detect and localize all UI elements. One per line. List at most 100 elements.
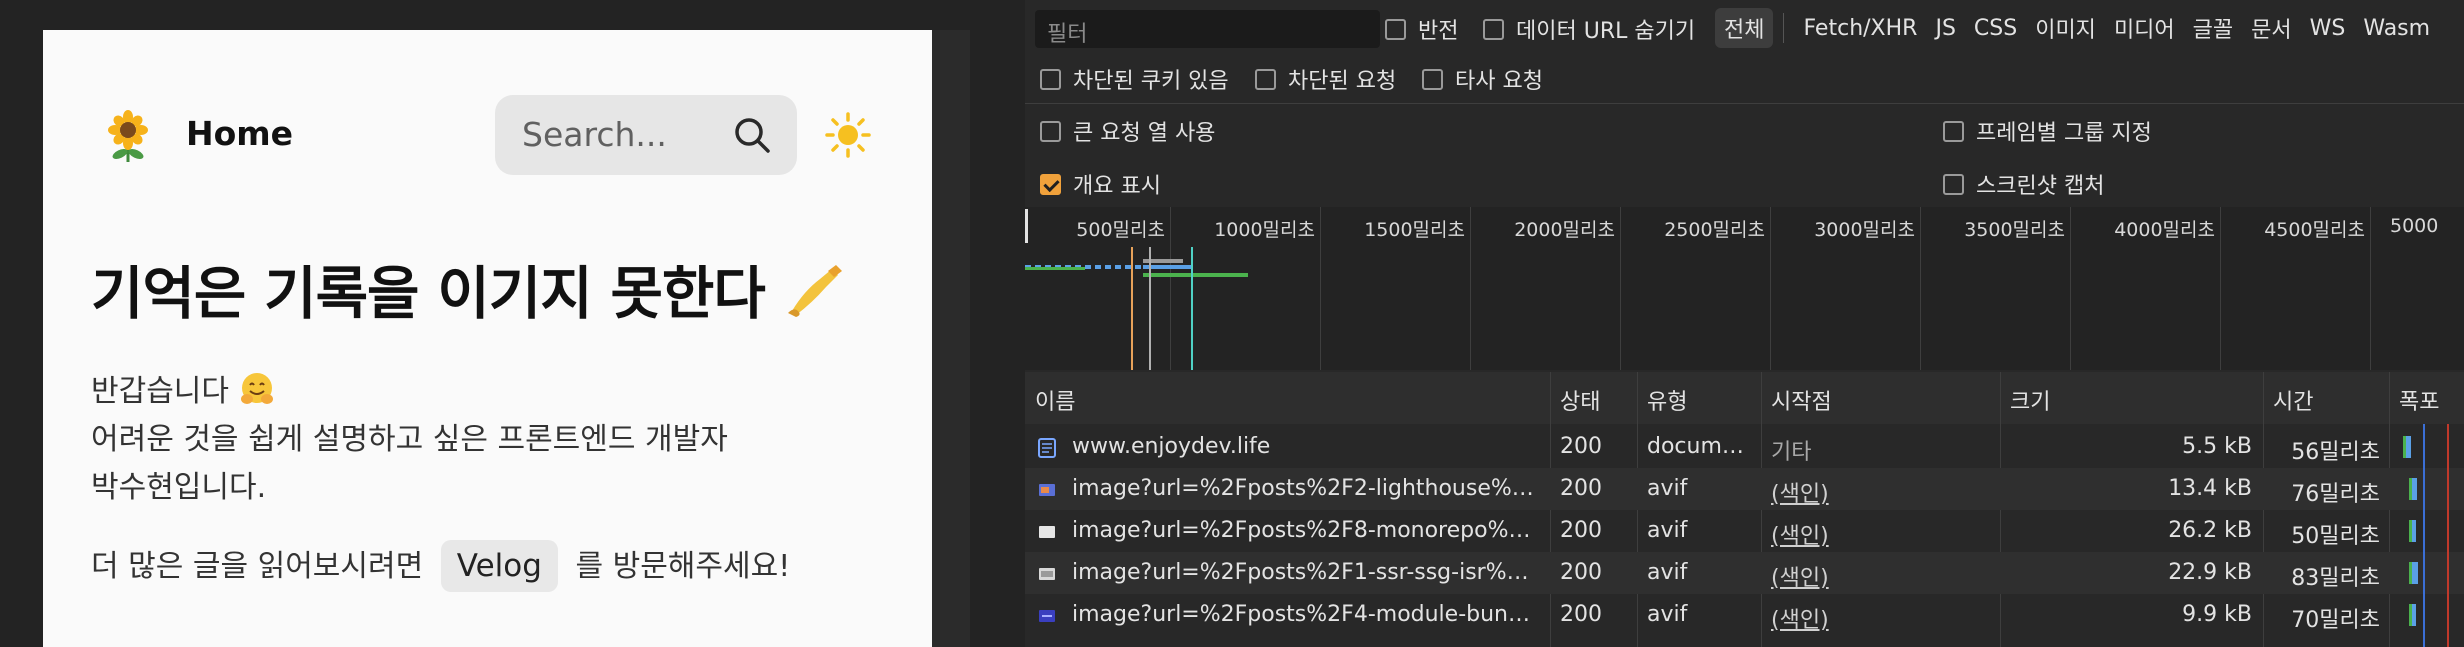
timeline-tick-label: 2500밀리초 [1664, 219, 1765, 241]
writing-hand-icon [787, 265, 842, 317]
screenshots-checkbox[interactable]: 스크린샷 캡처 [1943, 168, 2104, 200]
type-filter-css[interactable]: CSS [1965, 12, 2026, 45]
row-initiator-link[interactable]: (색인) [1771, 476, 1829, 508]
column-header-type[interactable]: 유형 [1647, 384, 1687, 416]
third-party-checkbox-box[interactable] [1422, 68, 1443, 90]
row-status: 200 [1560, 518, 1602, 543]
type-filter-fetch-xhr[interactable]: Fetch/XHR [1794, 12, 1926, 45]
hide-data-urls-checkbox[interactable]: 데이터 URL 숨기기 [1483, 13, 1695, 45]
waterfall-bar [2412, 562, 2418, 584]
timeline-tick-label: 4500밀리초 [2264, 219, 2365, 241]
intro-line-2: 어려운 것을 쉽게 설명하고 싶은 프론트엔드 개발자 [91, 422, 728, 457]
more-text-before: 더 많은 글을 읽어보시려면 [91, 549, 424, 584]
page-title: 기억은 기록을 이기지 못한다 [91, 248, 846, 330]
row-time: 76밀리초 [2291, 482, 2380, 507]
row-initiator-link[interactable]: (색인) [1771, 602, 1829, 634]
intro-line-1: 반갑습니다 [91, 374, 229, 409]
table-row[interactable]: image?url=%2Fposts%2F8-monorepo%… 200 av… [1025, 510, 2464, 552]
type-filter-images[interactable]: 이미지 [2026, 8, 2105, 48]
type-filter-docs[interactable]: 문서 [2242, 8, 2300, 48]
column-header-name[interactable]: 이름 [1035, 384, 1075, 416]
blocked-cookies-checkbox-box[interactable] [1040, 68, 1061, 90]
load-marker [1191, 247, 1193, 370]
hugging-face-icon [240, 373, 273, 404]
type-filter-js[interactable]: JS [1926, 12, 1964, 45]
type-filter-ws[interactable]: WS [2301, 12, 2355, 45]
column-header-waterfall[interactable]: 폭포 [2399, 384, 2439, 416]
type-filter-all[interactable]: 전체 [1715, 8, 1774, 48]
screenshots-checkbox-box[interactable] [1943, 173, 1964, 195]
search-icon[interactable] [731, 114, 773, 156]
type-filter-wasm[interactable]: Wasm [2354, 12, 2439, 45]
table-row[interactable]: image?url=%2Fposts%2F4-module-bun… 200 a… [1025, 594, 2464, 636]
row-name: image?url=%2Fposts%2F8-monorepo%… [1072, 518, 1531, 543]
table-row[interactable]: image?url=%2Fposts%2F1-ssr-ssg-isr%… 200… [1025, 552, 2464, 594]
group-by-frame-checkbox[interactable]: 프레임별 그룹 지정 [1943, 115, 2152, 147]
toolbar-divider [1025, 103, 2464, 104]
more-text-after: 를 방문해주세요! [575, 549, 791, 584]
timeline-tick-label: 5000 [2390, 215, 2439, 237]
filter-input[interactable]: 필터 [1035, 10, 1380, 48]
row-size: 13.4 kB [2168, 476, 2252, 501]
image-file-icon [1039, 568, 1055, 580]
waterfall-bar [2412, 604, 2416, 626]
row-initiator-link[interactable]: (색인) [1771, 518, 1829, 550]
blocked-cookies-label: 차단된 쿠키 있음 [1073, 69, 1229, 94]
timeline-marker [1149, 247, 1151, 370]
intro-text: 반갑습니다 어려운 것을 쉽게 설명하고 싶은 프론트엔드 개발자 박수현입니다… [91, 368, 728, 512]
timeline-tick-label: 1500밀리초 [1364, 219, 1465, 241]
timeline-tick-label: 500밀리초 [1076, 219, 1165, 241]
page-title-text: 기억은 기록을 이기지 못한다 [91, 261, 766, 327]
type-filter-separator [1783, 13, 1785, 43]
table-row[interactable]: image?url=%2Fposts%2F2-lighthouse%… 200 … [1025, 468, 2464, 510]
timeline-start-marker [1025, 209, 1028, 243]
theme-toggle-sun-icon[interactable] [823, 110, 873, 160]
search-placeholder: Search... [522, 115, 667, 154]
large-rows-checkbox[interactable]: 큰 요청 열 사용 [1040, 115, 1215, 147]
invert-checkbox[interactable]: 반전 [1385, 13, 1458, 45]
third-party-checkbox[interactable]: 타사 요청 [1422, 63, 1543, 95]
type-filter-fonts[interactable]: 글꼴 [2184, 8, 2242, 48]
row-name: image?url=%2Fposts%2F2-lighthouse%… [1072, 476, 1534, 501]
row-time: 70밀리초 [2291, 608, 2380, 633]
row-name: www.enjoydev.life [1072, 434, 1271, 459]
timeline-tick [1470, 207, 1471, 370]
blocked-cookies-checkbox[interactable]: 차단된 쿠키 있음 [1040, 63, 1229, 95]
third-party-label: 타사 요청 [1455, 69, 1543, 94]
row-time: 50밀리초 [2291, 524, 2380, 549]
timeline-tick [1920, 207, 1921, 370]
sunflower-logo-icon[interactable] [103, 110, 153, 164]
filter-placeholder: 필터 [1047, 22, 1088, 47]
show-overview-label: 개요 표시 [1073, 174, 1161, 199]
blocked-requests-checkbox[interactable]: 차단된 요청 [1255, 63, 1396, 95]
row-time: 83밀리초 [2291, 566, 2380, 591]
column-header-initiator[interactable]: 시작점 [1771, 384, 1832, 416]
row-initiator: 기타 [1771, 440, 1812, 465]
timeline-tick-label: 3500밀리초 [1964, 219, 2065, 241]
waterfall-bar [2412, 520, 2416, 542]
timeline-tick [2370, 207, 2371, 370]
large-rows-checkbox-box[interactable] [1040, 120, 1061, 142]
row-type: avif [1647, 560, 1688, 585]
type-filter-media[interactable]: 미디어 [2105, 8, 2184, 48]
invert-checkbox-box[interactable] [1385, 18, 1406, 40]
velog-link[interactable]: Velog [440, 540, 558, 592]
home-link[interactable]: Home [186, 114, 293, 153]
viewport-scroll-gutter [932, 30, 970, 647]
overview-timeline[interactable]: 500밀리초 1000밀리초 1500밀리초 2000밀리초 2500밀리초 3… [1025, 207, 2464, 370]
blocked-requests-checkbox-box[interactable] [1255, 68, 1276, 90]
search-box[interactable]: Search... [495, 95, 797, 175]
show-overview-checkbox-box[interactable] [1040, 173, 1061, 195]
timeline-tick [1620, 207, 1621, 370]
column-header-status[interactable]: 상태 [1560, 384, 1600, 416]
group-by-frame-label: 프레임별 그룹 지정 [1976, 121, 2152, 146]
row-initiator-link[interactable]: (색인) [1771, 560, 1829, 592]
row-name: image?url=%2Fposts%2F4-module-bun… [1072, 602, 1530, 627]
column-header-size[interactable]: 크기 [2010, 384, 2050, 416]
hide-data-urls-checkbox-box[interactable] [1483, 18, 1504, 40]
column-header-time[interactable]: 시간 [2273, 384, 2313, 416]
group-by-frame-checkbox-box[interactable] [1943, 120, 1964, 142]
table-row[interactable]: www.enjoydev.life 200 docum… 기타 5.5 kB 5… [1025, 426, 2464, 468]
show-overview-checkbox[interactable]: 개요 표시 [1040, 168, 1161, 200]
hide-data-urls-label: 데이터 URL 숨기기 [1516, 19, 1696, 44]
